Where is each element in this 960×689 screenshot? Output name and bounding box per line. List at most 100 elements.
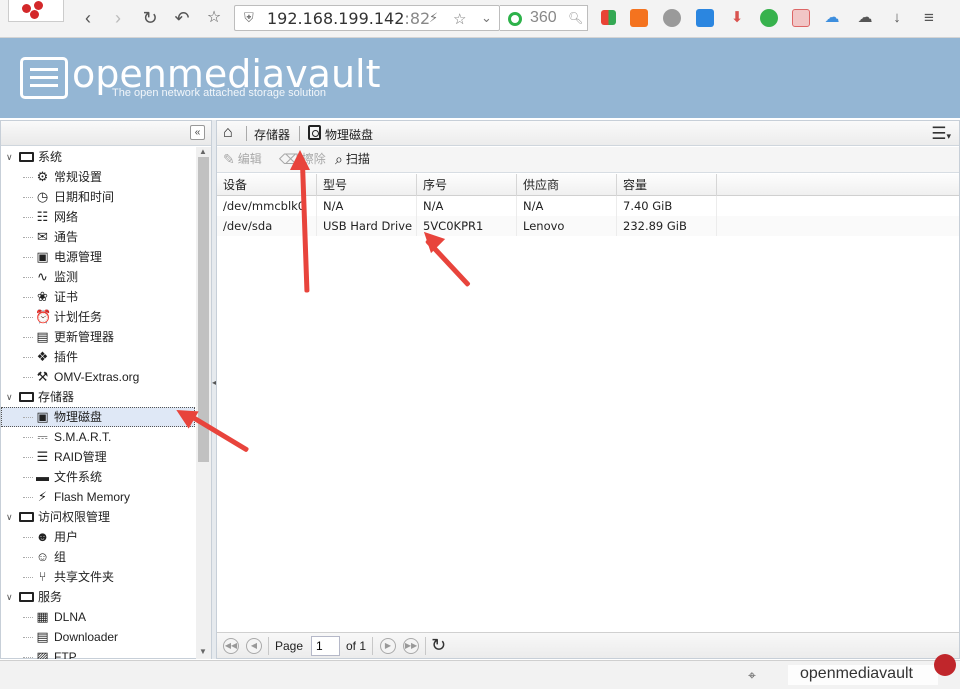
search-input[interactable]: 360 🔍︎ (500, 5, 588, 31)
table-row[interactable]: /dev/mmcblk0 N/A N/A N/A 7.40 GiB (217, 196, 959, 216)
cell-serial: N/A (417, 196, 517, 216)
page-number-input[interactable] (311, 636, 340, 656)
first-page-icon[interactable]: ◀◀ (223, 638, 239, 654)
last-page-icon[interactable]: ▶▶ (403, 638, 419, 654)
sidebar-item-general-settings[interactable]: ⚙ 常规设置 (1, 167, 195, 187)
ext-edit-icon[interactable] (696, 9, 714, 27)
breadcrumb-storage[interactable]: 存储器 (254, 126, 290, 143)
expand-icon[interactable]: ∨ (6, 147, 13, 167)
sidebar-item-groups[interactable]: ☺ 组 (1, 547, 195, 567)
sidebar-item-shared-folders[interactable]: ⑂ 共享文件夹 (1, 567, 195, 587)
disk-grid: /dev/mmcblk0 N/A N/A N/A 7.40 GiB /dev/s… (217, 196, 959, 236)
scan-button[interactable]: ⌕ 扫描 (335, 149, 370, 170)
scroll-thumb[interactable] (198, 157, 209, 462)
footer-brand: openmediavault (788, 665, 938, 685)
power-plug-icon: ▣ (36, 249, 49, 264)
download-icon[interactable]: ⬇ (728, 9, 746, 27)
sidebar-item-dlna[interactable]: ▦ DLNA (1, 607, 195, 627)
lightning-icon[interactable]: ⚡ (429, 10, 438, 26)
column-header-vendor[interactable]: 供应商 (517, 174, 617, 196)
sidebar-item-notification[interactable]: ✉ 通告 (1, 227, 195, 247)
annotation-arrow-head (290, 150, 310, 170)
address-bar[interactable]: ⛨ 192.168.199.142:82 ⚡ ☆ ⌄ (234, 5, 500, 31)
clock-icon: ◷ (36, 189, 49, 204)
certificate-icon: ❀ (37, 289, 48, 304)
sidebar-item-update-manager[interactable]: ▤ 更新管理器 (1, 327, 195, 347)
sidebar-item-power-management[interactable]: ▣ 电源管理 (1, 247, 195, 267)
sidebar-item-downloader[interactable]: ▤ Downloader (1, 627, 195, 647)
sidebar-item-monitoring[interactable]: ∿ 监测 (1, 267, 195, 287)
page-label: Page (275, 639, 304, 653)
column-header-capacity[interactable]: 容量 (617, 174, 717, 196)
sidebar-item-users[interactable]: ☻ 用户 (1, 527, 195, 547)
sidebar-item-network[interactable]: ☷ 网络 (1, 207, 195, 227)
sidebar-item-scheduled-jobs[interactable]: ⏰ 计划任务 (1, 307, 195, 327)
tree-group-system[interactable]: ∨ 系统 (1, 147, 195, 167)
scroll-up-icon[interactable]: ▲ (199, 147, 207, 156)
pager-separator (372, 637, 373, 655)
tree-group-services[interactable]: ∨ 服务 (1, 587, 195, 607)
cloud-sync-icon[interactable]: ☁ (823, 9, 841, 27)
forward-icon[interactable]: › (107, 7, 129, 29)
collapse-sidebar-icon[interactable]: « (190, 125, 205, 140)
block-image-icon[interactable] (792, 9, 810, 27)
browser-menu-icon[interactable]: ≡ (920, 9, 938, 27)
download-arrow-icon[interactable]: ↓ (888, 9, 906, 27)
sidebar-item-date-time[interactable]: ◷ 日期和时间 (1, 187, 195, 207)
sidebar-scrollbar[interactable]: ▲ ▼ (196, 147, 211, 659)
sidebar-item-flash-memory[interactable]: ⚡ Flash Memory (1, 487, 195, 507)
scroll-down-icon[interactable]: ▼ (199, 647, 207, 656)
column-header-serial[interactable]: 序号 (417, 174, 517, 196)
next-page-icon[interactable]: ▶ (380, 638, 396, 654)
folder-open-icon (19, 152, 34, 162)
sidebar-item-certificates[interactable]: ❀ 证书 (1, 287, 195, 307)
hard-disk-icon: ▣ (36, 409, 49, 424)
hamburger-menu-icon[interactable]: ☰▾ (931, 124, 951, 144)
tree-group-access-rights[interactable]: ∨ 访问权限管理 (1, 507, 195, 527)
expand-icon[interactable]: ∨ (6, 507, 13, 527)
navigation-sidebar: « ∨ 系统 ⚙ 常规设置 ◷ 日期和时间 ☷ 网络 ✉ 通告 ▣ 电源管理 ∿ 监测 ❀ 证… (0, 120, 212, 659)
table-row[interactable]: /dev/sda USB Hard Drive 5VC0KPR1 Lenovo … (217, 216, 959, 236)
favorite-icon[interactable]: ☆ (453, 10, 466, 28)
chevron-down-icon[interactable]: ⌄ (481, 10, 492, 26)
edit-button[interactable]: ✎ 编辑 (223, 149, 262, 170)
home-icon[interactable]: ⌂ (223, 124, 233, 142)
sidebar-item-omv-extras[interactable]: ⚒ OMV-Extras.org (1, 367, 195, 387)
search-engine-label: 360 (530, 9, 557, 26)
network-icon: ☷ (36, 209, 49, 224)
sidebar-item-ftp[interactable]: ▨ FTP (1, 647, 195, 659)
folder-open-icon (19, 392, 34, 402)
sidebar-item-plugins[interactable]: ❖ 插件 (1, 347, 195, 367)
main-panel: ⌂ 存储器 物理磁盘 ☰▾ ✎ 编辑 ⌫ 擦除 ⌕ 扫描 设备 型号 序号 供应商 容… (216, 120, 960, 659)
wechat-icon[interactable] (760, 9, 778, 27)
cell-model: USB Hard Drive (317, 216, 417, 236)
pin-icon[interactable]: ⌖ (748, 667, 756, 684)
download-box-icon: ▤ (36, 629, 49, 644)
sidebar-item-file-systems[interactable]: ▬ 文件系统 (1, 467, 195, 487)
sidebar-item-smart[interactable]: ⎓ S.M.A.R.T. (1, 427, 195, 447)
bookmark-star-icon[interactable]: ☆ (203, 7, 225, 29)
sidebar-item-raid[interactable]: ☰ RAID管理 (1, 447, 195, 467)
cloud-icon[interactable]: ☁ (856, 9, 874, 27)
previous-page-icon[interactable]: ◀ (246, 638, 262, 654)
search-icon[interactable]: 🔍︎ (568, 11, 583, 25)
sidebar-header: « (1, 121, 211, 146)
refresh-icon[interactable]: ↻ (431, 635, 446, 656)
tree-group-storage[interactable]: ∨ 存储器 (1, 387, 195, 407)
browser-logo[interactable] (8, 0, 64, 22)
ext-globe-icon[interactable] (663, 9, 681, 27)
column-header-model[interactable]: 型号 (317, 174, 417, 196)
url-text[interactable]: 192.168.199.142:82 (267, 9, 430, 28)
undo-icon[interactable]: ↶ (171, 7, 193, 29)
expand-icon[interactable]: ∨ (6, 387, 13, 407)
apps-grid-icon[interactable] (601, 10, 616, 25)
pager-separator (425, 637, 426, 655)
pager-separator (268, 637, 269, 655)
back-icon[interactable]: ‹ (77, 7, 99, 29)
reload-icon[interactable]: ↻ (139, 7, 161, 29)
puzzle-icon: ❖ (36, 349, 49, 364)
expand-icon[interactable]: ∨ (6, 587, 13, 607)
sidebar-item-physical-disks[interactable]: ▣ 物理磁盘 (1, 407, 195, 427)
ext-red-icon[interactable] (630, 9, 648, 27)
grid-toolbar: ✎ 编辑 ⌫ 擦除 ⌕ 扫描 (217, 147, 959, 173)
